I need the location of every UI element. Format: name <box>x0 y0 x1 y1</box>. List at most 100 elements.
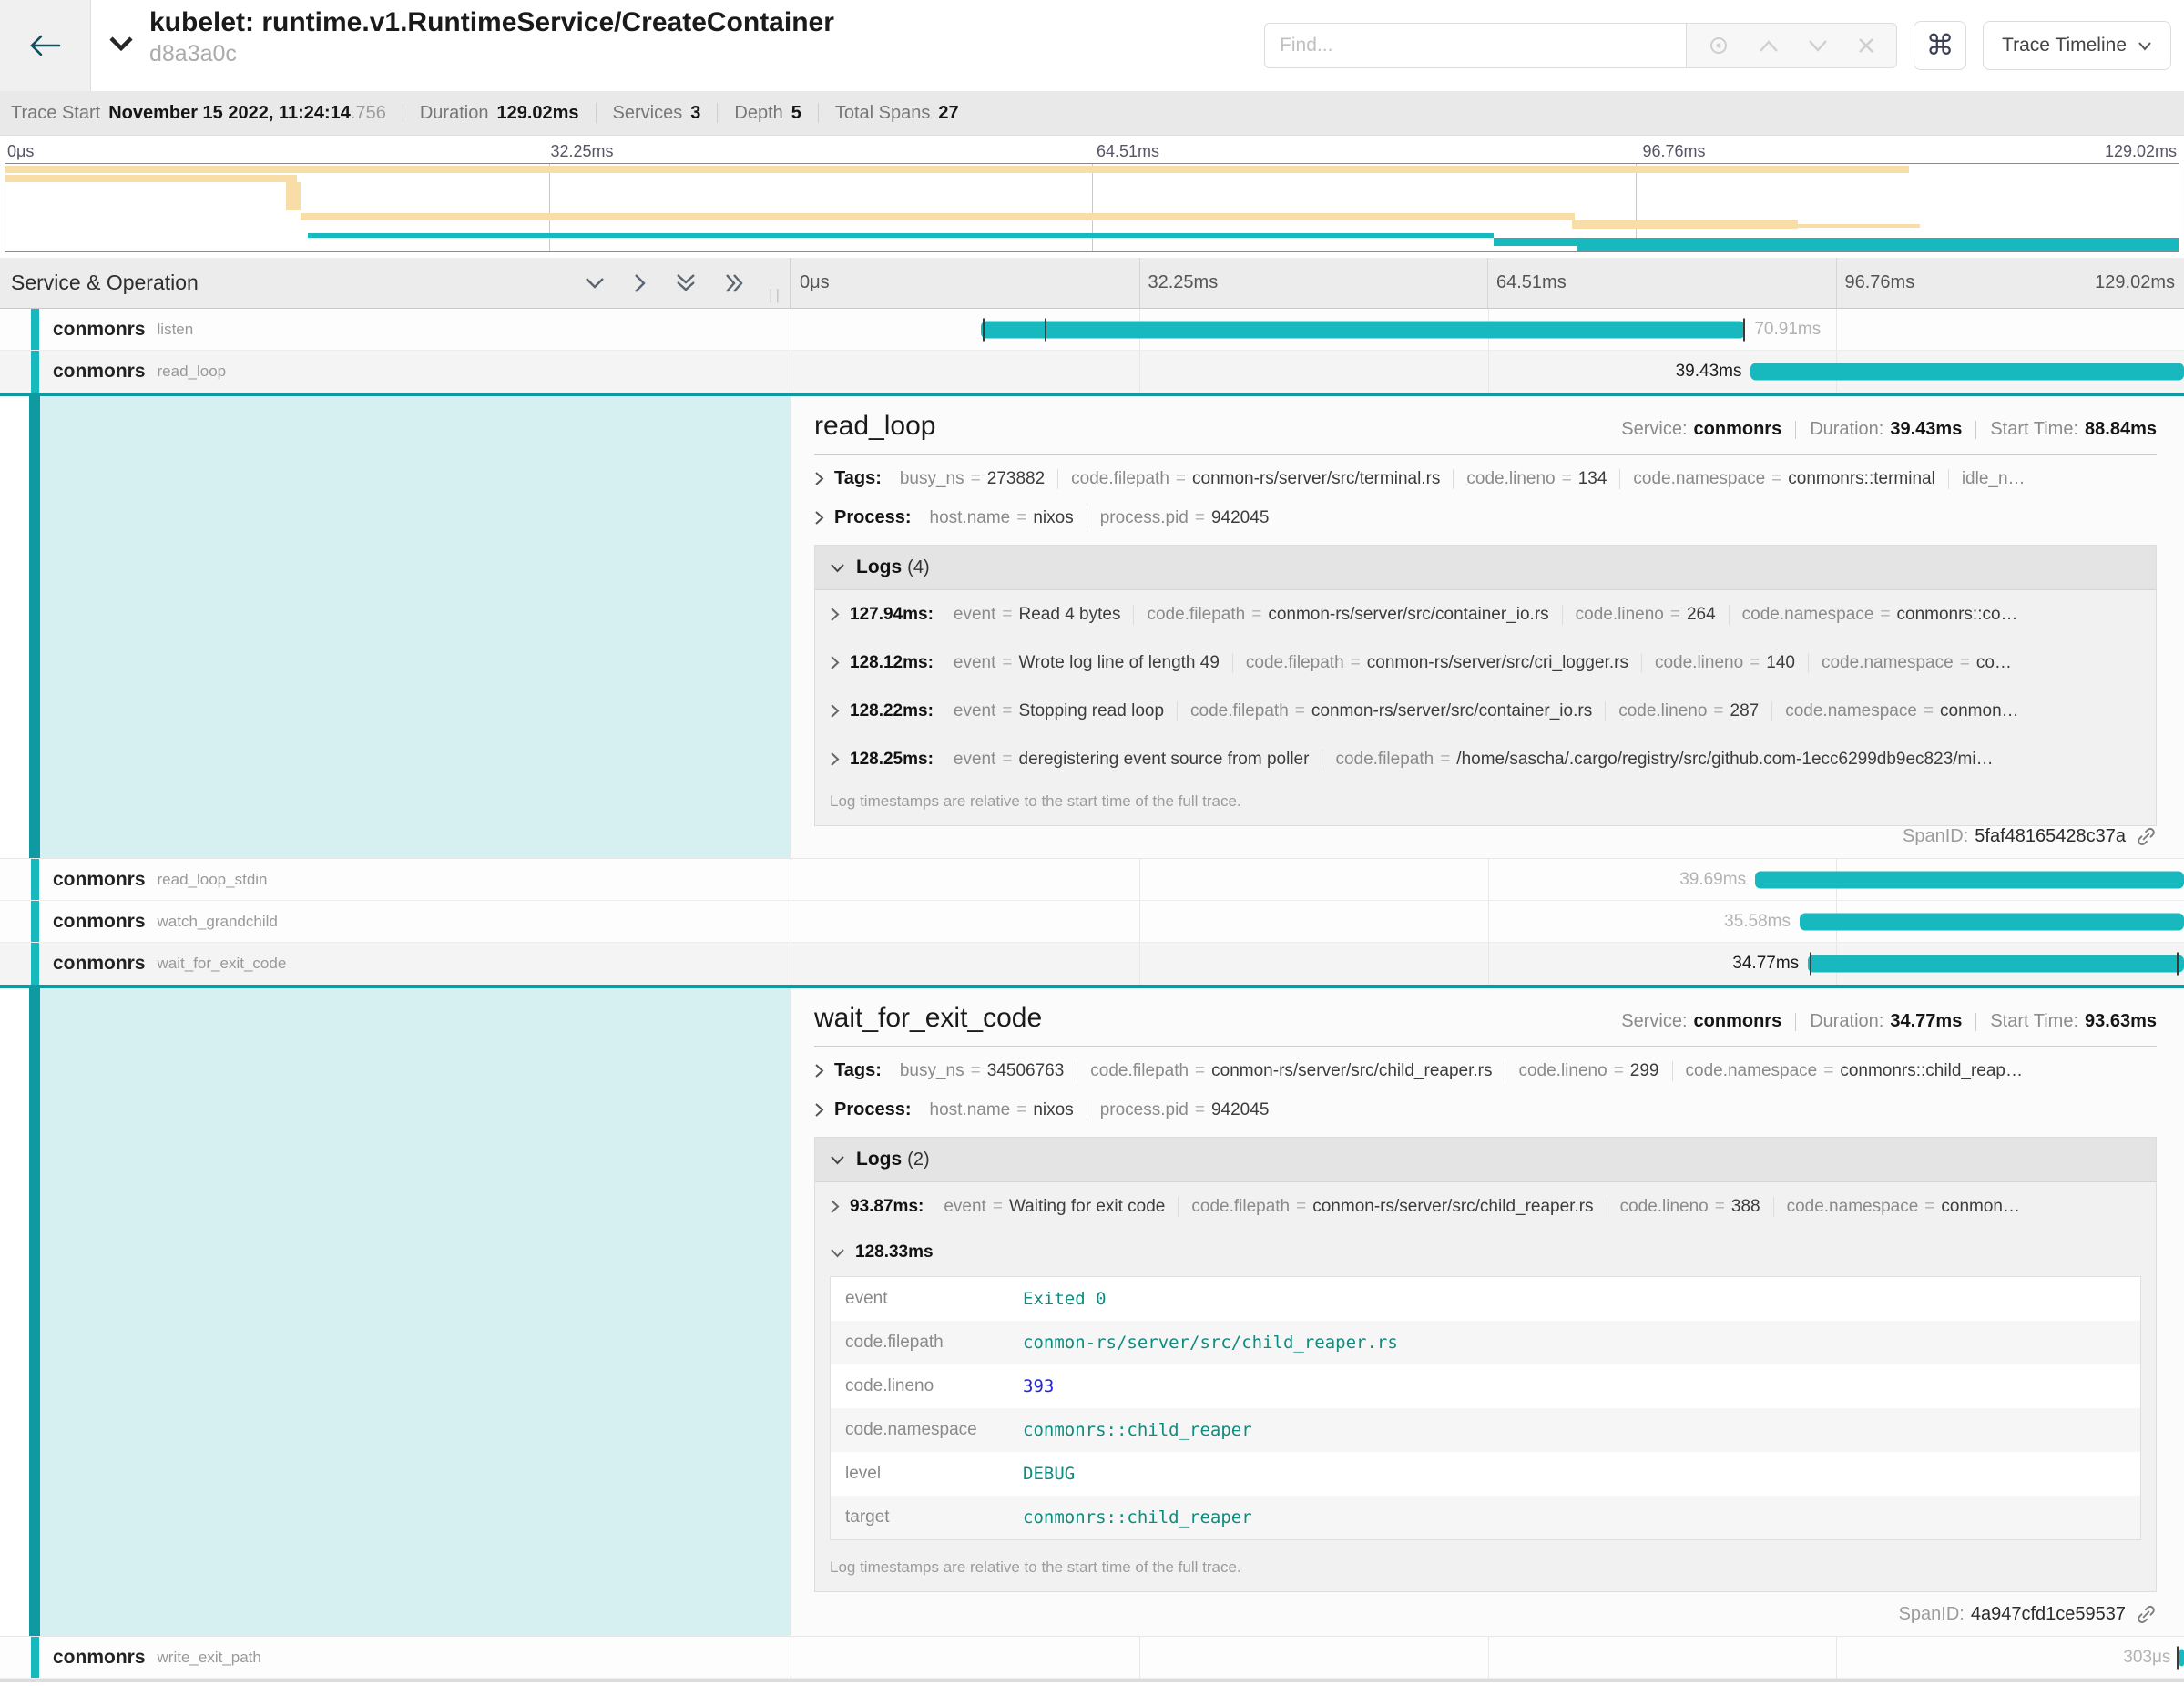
minimap-span-bar <box>1577 246 2179 251</box>
link-icon <box>2136 1604 2157 1625</box>
span-operation-name: watch_grandchild <box>158 913 278 931</box>
span-duration-bar[interactable] <box>1750 363 2184 381</box>
log-pair[interactable]: code.lineno=388 <box>1607 1197 1773 1217</box>
process-row[interactable]: Process:host.name=nixosprocess.pid=94204… <box>814 498 2157 537</box>
timeline-tick-label: 32.25ms <box>1148 272 1219 293</box>
span-row-watch_grandchild[interactable]: conmonrs watch_grandchild 35.58ms <box>0 901 2184 943</box>
span-row-read_loop[interactable]: conmonrs read_loop 39.43ms <box>0 351 2184 396</box>
span-log-tick <box>2177 953 2179 976</box>
minimap-canvas[interactable] <box>5 163 2179 252</box>
locate-span-button[interactable] <box>1707 34 1730 57</box>
clear-find-button[interactable] <box>1856 36 1876 56</box>
log-pair[interactable]: code.filepath=conmon-rs/server/src/conta… <box>1177 701 1605 721</box>
log-pair[interactable]: event=Read 4 bytes <box>941 605 1134 625</box>
detail-meta-item: Duration:39.43ms <box>1810 419 1962 440</box>
timeline-tick-label: 129.02ms <box>2095 272 2175 293</box>
span-log-tick <box>1045 318 1046 341</box>
log-pair[interactable]: code.lineno=140 <box>1641 653 1808 673</box>
find-prev-button[interactable] <box>1758 39 1780 53</box>
span-row-write_exit_path[interactable]: conmonrs write_exit_path 303μs <box>0 1637 2184 1679</box>
tag-pair[interactable]: code.filepath=conmon-rs/server/src/child… <box>1077 1061 1505 1081</box>
trace-view-selector-button[interactable]: Trace Timeline <box>1983 21 2171 70</box>
span-duration-bar[interactable] <box>1755 871 2184 888</box>
logs-header[interactable]: Logs(4) <box>815 546 2156 590</box>
collapse-one-button[interactable] <box>584 272 606 294</box>
span-duration-bar[interactable] <box>1808 955 2184 973</box>
process-row[interactable]: Process:host.name=nixosprocess.pid=94204… <box>814 1090 2157 1129</box>
span-service-name: conmonrs <box>53 361 146 383</box>
expand-all-button[interactable] <box>724 272 746 294</box>
log-pair[interactable]: code.filepath=conmon-rs/server/src/conta… <box>1133 605 1561 625</box>
log-pair[interactable]: event=Stopping read loop <box>941 701 1177 721</box>
tag-pair[interactable]: busy_ns=34506763 <box>887 1061 1077 1081</box>
log-pair[interactable]: code.namespace=conmonrs::co… <box>1729 605 2031 625</box>
expand-one-button[interactable] <box>633 272 648 294</box>
process-pair[interactable]: host.name=nixos <box>917 1100 1087 1120</box>
log-field-row: code.namespaceconmonrs::child_reaper <box>831 1408 2141 1452</box>
span-rows: conmonrs listen 70.91ms conmonrs read_lo… <box>0 309 2184 1679</box>
log-entry[interactable]: 128.22ms:event=Stopping read loopcode.fi… <box>815 687 2156 735</box>
minimap-tick-labels: 0μs32.25ms64.51ms96.76ms129.02ms <box>0 136 2184 163</box>
find-next-button[interactable] <box>1807 39 1829 53</box>
span-duration-bar[interactable] <box>1800 913 2184 930</box>
log-entry[interactable]: 93.87ms:event=Waiting for exit codecode.… <box>815 1182 2156 1231</box>
log-pair[interactable]: code.namespace=co… <box>1808 653 2025 673</box>
tag-pair[interactable]: idle_n… <box>1948 469 2038 489</box>
log-entry[interactable]: 128.25ms:event=deregistering event sourc… <box>815 735 2156 783</box>
log-field-value: conmonrs::child_reaper <box>1014 1408 2141 1452</box>
log-entry[interactable]: 127.94ms:event=Read 4 bytescode.filepath… <box>815 590 2156 639</box>
span-row-listen[interactable]: conmonrs listen 70.91ms <box>0 309 2184 351</box>
copy-span-link-button[interactable] <box>2136 1604 2157 1625</box>
chevron-right-icon <box>633 272 648 294</box>
chevron-right-icon <box>814 1063 824 1078</box>
collapse-all-button[interactable] <box>675 272 697 294</box>
back-button[interactable] <box>0 0 91 91</box>
chevron-up-icon <box>1758 39 1780 53</box>
view-selector-label: Trace Timeline <box>2002 35 2127 56</box>
command-icon: ⌘ <box>1926 29 1954 62</box>
tag-pair[interactable]: code.lineno=299 <box>1505 1061 1671 1081</box>
keyboard-shortcuts-button[interactable]: ⌘ <box>1914 21 1966 70</box>
log-pair[interactable]: code.filepath=conmon-rs/server/src/cri_l… <box>1232 653 1641 673</box>
tag-pair[interactable]: code.namespace=conmonrs::terminal <box>1619 469 1947 489</box>
span-detail-title: read_loop <box>814 411 935 442</box>
span-duration-bar[interactable] <box>981 321 1745 338</box>
log-pair[interactable]: code.namespace=conmon… <box>1773 1197 2033 1217</box>
log-pair[interactable]: code.lineno=287 <box>1605 701 1771 721</box>
tag-pair[interactable]: code.namespace=conmonrs::child_reap… <box>1672 1061 2036 1081</box>
log-pair[interactable]: code.filepath=conmon-rs/server/src/child… <box>1178 1197 1606 1217</box>
minimap-gridline <box>1092 164 1093 251</box>
copy-span-link-button[interactable] <box>2136 826 2157 847</box>
log-pair[interactable]: event=Waiting for exit code <box>931 1197 1178 1217</box>
trace-start: Trace Start November 15 2022, 11:24:14.7… <box>11 103 386 124</box>
link-icon <box>2136 826 2157 847</box>
chevron-down-icon <box>830 1248 845 1258</box>
chevron-right-icon <box>830 655 840 670</box>
tag-pair[interactable]: code.filepath=conmon-rs/server/src/termi… <box>1057 469 1453 489</box>
span-row-wait_for_exit_code[interactable]: conmonrs wait_for_exit_code 34.77ms <box>0 943 2184 988</box>
column-resizer-handle[interactable]: || <box>769 286 782 304</box>
logs-header[interactable]: Logs(2) <box>815 1138 2156 1182</box>
find-input[interactable] <box>1264 23 1687 68</box>
tags-row[interactable]: Tags:busy_ns=273882code.filepath=conmon-… <box>814 459 2157 498</box>
log-entry-header[interactable]: 128.33ms <box>815 1231 2156 1274</box>
tags-row[interactable]: Tags:busy_ns=34506763code.filepath=conmo… <box>814 1051 2157 1090</box>
log-field-key: target <box>831 1496 1015 1540</box>
locate-icon <box>1707 34 1730 57</box>
process-pair[interactable]: host.name=nixos <box>917 508 1087 528</box>
log-pair[interactable]: code.filepath=/home/sascha/.cargo/regist… <box>1322 750 2005 770</box>
span-row-read_loop_stdin[interactable]: conmonrs read_loop_stdin 39.69ms <box>0 859 2184 901</box>
tag-pair[interactable]: busy_ns=273882 <box>887 469 1057 489</box>
log-entry[interactable]: 128.12ms:event=Wrote log line of length … <box>815 639 2156 687</box>
log-pair[interactable]: code.lineno=264 <box>1562 605 1729 625</box>
collapse-trace-header-button[interactable] <box>107 31 135 58</box>
log-pair[interactable]: code.namespace=conmon… <box>1771 701 2031 721</box>
span-detail-meta: Service:conmonrsDuration:39.43msStart Ti… <box>1621 419 2157 440</box>
span-duration-bar[interactable] <box>2179 1649 2184 1666</box>
process-pair[interactable]: process.pid=942045 <box>1087 1100 1282 1120</box>
log-pair[interactable]: event=deregistering event source from po… <box>941 750 1322 770</box>
process-pair[interactable]: process.pid=942045 <box>1087 508 1282 528</box>
trace-minimap: 0μs32.25ms64.51ms96.76ms129.02ms <box>0 136 2184 258</box>
tag-pair[interactable]: code.lineno=134 <box>1453 469 1619 489</box>
log-pair[interactable]: event=Wrote log line of length 49 <box>941 653 1232 673</box>
